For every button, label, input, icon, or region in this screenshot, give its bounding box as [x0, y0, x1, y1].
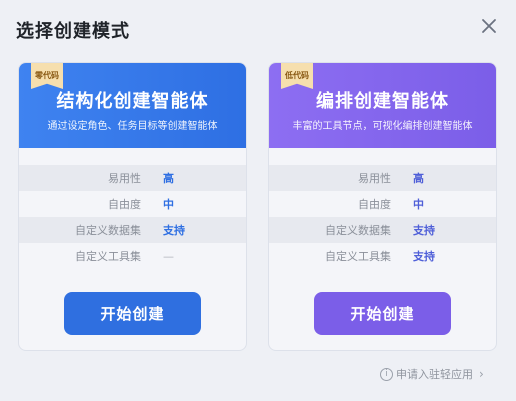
- feature-row: 自由度 中: [19, 191, 246, 217]
- card-header: 零代码 结构化创建智能体 通过设定角色、任务目标等创建智能体: [19, 63, 246, 148]
- feature-value: 中: [163, 198, 174, 211]
- feature-value: 中: [413, 198, 424, 211]
- feature-label: 自定义数据集: [75, 224, 141, 237]
- apply-link-label: 申请入驻轻应用: [396, 368, 473, 381]
- feature-value: 高: [413, 172, 424, 185]
- feature-label: 自定义数据集: [325, 224, 391, 237]
- feature-label: 自定义工具集: [75, 250, 141, 263]
- feature-row: 易用性 高: [269, 165, 496, 191]
- start-create-button[interactable]: 开始创建: [64, 292, 201, 335]
- orchestration-create-card: 低代码 编排创建智能体 丰富的工具节点，可视化编排创建智能体 易用性 高 自由度…: [268, 62, 497, 351]
- dialog-title: 选择创建模式: [16, 21, 130, 42]
- feature-label: 易用性: [358, 172, 391, 185]
- low-code-badge: 低代码: [281, 63, 313, 89]
- card-header: 低代码 编排创建智能体 丰富的工具节点，可视化编排创建智能体: [269, 63, 496, 148]
- feature-label: 自由度: [108, 198, 141, 211]
- card-subtitle: 丰富的工具节点，可视化编排创建智能体: [292, 121, 473, 132]
- close-icon[interactable]: [478, 15, 500, 37]
- feature-table: 易用性 高 自由度 中 自定义数据集 支持 自定义工具集 支持: [269, 165, 496, 269]
- structured-create-card: 零代码 结构化创建智能体 通过设定角色、任务目标等创建智能体 易用性 高 自由度…: [18, 62, 247, 351]
- feature-value: 支持: [163, 224, 185, 237]
- feature-row: 易用性 高: [19, 165, 246, 191]
- card-subtitle: 通过设定角色、任务目标等创建智能体: [47, 121, 218, 132]
- feature-value: 高: [163, 172, 174, 185]
- feature-label: 自定义工具集: [325, 250, 391, 263]
- feature-value: 支持: [413, 224, 435, 237]
- feature-row: 自定义数据集 支持: [269, 217, 496, 243]
- zero-code-badge: 零代码: [31, 63, 63, 89]
- card-title: 结构化创建智能体: [56, 91, 209, 112]
- feature-row: 自定义工具集 —: [19, 243, 246, 269]
- feature-table: 易用性 高 自由度 中 自定义数据集 支持 自定义工具集 —: [19, 165, 246, 269]
- feature-row: 自定义工具集 支持: [269, 243, 496, 269]
- apply-light-app-link[interactable]: i 申请入驻轻应用 ›: [380, 366, 484, 382]
- feature-row: 自由度 中: [269, 191, 496, 217]
- chevron-right-icon: ›: [479, 367, 484, 381]
- start-create-button[interactable]: 开始创建: [314, 292, 451, 335]
- feature-label: 易用性: [108, 172, 141, 185]
- feature-value: 支持: [413, 250, 435, 263]
- feature-row: 自定义数据集 支持: [19, 217, 246, 243]
- create-mode-dialog: 选择创建模式 零代码 结构化创建智能体 通过设定角色、任务目标等创建智能体 易用…: [0, 0, 516, 401]
- feature-label: 自由度: [358, 198, 391, 211]
- feature-value: —: [163, 249, 174, 263]
- info-icon: i: [380, 367, 393, 381]
- card-title: 编排创建智能体: [316, 91, 449, 112]
